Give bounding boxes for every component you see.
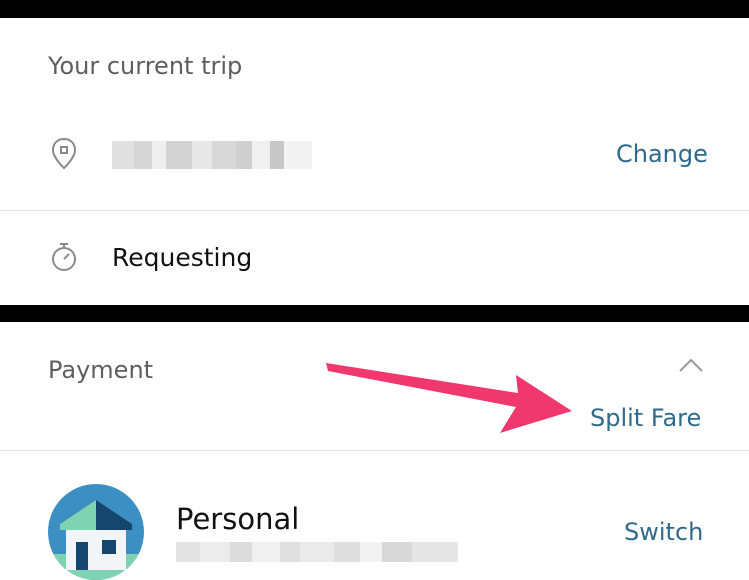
change-pickup-button[interactable]: Change [616,139,708,169]
location-pin-icon [51,137,77,170]
split-fare-button[interactable]: Split Fare [590,403,701,433]
pickup-address-redacted [112,141,312,169]
switch-profile-button[interactable]: Switch [624,517,703,547]
divider [0,210,749,211]
payment-heading: Payment [48,356,154,384]
chevron-up-icon[interactable] [678,357,704,373]
payment-profile-avatar [48,484,144,580]
annotation-arrow-icon [326,363,572,433]
top-black-bar [0,0,749,18]
current-trip-heading: Your current trip [48,52,243,80]
payment-profile-name: Personal [176,502,300,536]
section-black-bar [0,305,749,322]
trip-status-text: Requesting [112,243,253,272]
stopwatch-icon [52,243,76,271]
payment-card-redacted [176,542,458,562]
house-icon [48,500,144,580]
divider [0,450,749,451]
